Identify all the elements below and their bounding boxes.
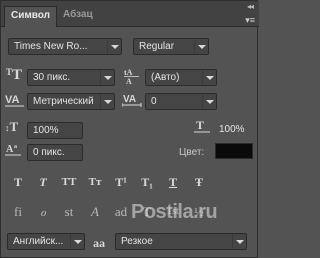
character-panel: Символ Абзац ◂◂ ▾≡ Times New Ro... Regul…: [0, 0, 259, 258]
tab-paragraph[interactable]: Абзац: [57, 6, 99, 27]
baseline-shift-icon: A a: [5, 142, 23, 163]
svg-text:VA: VA: [5, 94, 20, 106]
faux-bold-button[interactable]: T: [7, 173, 29, 191]
watermark: Postila.ru: [131, 201, 218, 223]
underline-button[interactable]: T: [162, 173, 184, 191]
antialias-icon: aa: [93, 236, 105, 250]
kerning-select[interactable]: Метрический: [27, 93, 115, 110]
font-size-select[interactable]: 30 пикс.: [27, 69, 115, 86]
kerning-value: Метрический: [33, 96, 94, 107]
svg-text:a: a: [14, 144, 17, 150]
svg-text:A: A: [6, 144, 14, 155]
faux-italic-button[interactable]: T: [32, 173, 54, 191]
svg-text:VA: VA: [123, 94, 136, 105]
strikethrough-button[interactable]: Ŧ: [188, 173, 210, 191]
stylistic-alternates-button[interactable]: st: [58, 203, 80, 221]
collapse-icon[interactable]: ◂◂: [247, 2, 254, 11]
font-size-value: 30 пикс.: [33, 72, 71, 83]
font-style-select[interactable]: Regular: [133, 38, 209, 55]
font-family-value: Times New Ro...: [14, 41, 88, 52]
chevron-down-icon: [232, 234, 246, 249]
subscript-button[interactable]: T₁: [136, 173, 158, 191]
chevron-down-icon: [202, 70, 216, 85]
language-select[interactable]: Английск...: [7, 233, 85, 250]
small-caps-button[interactable]: Tт: [84, 173, 106, 191]
svg-text:A: A: [126, 77, 132, 85]
all-caps-button[interactable]: TT: [58, 173, 80, 191]
chevron-down-icon: [100, 70, 114, 85]
panel-header: Символ Абзац ◂◂ ▾≡: [1, 1, 259, 27]
horizontal-scale-icon: T: [194, 118, 210, 138]
ligatures-button[interactable]: fi: [7, 203, 29, 221]
horizontal-scale-input[interactable]: 100%: [214, 122, 254, 139]
tab-character[interactable]: Символ: [4, 6, 57, 27]
svg-text:tA: tA: [124, 68, 133, 77]
chevron-down-icon: [100, 94, 114, 109]
tracking-select[interactable]: 0: [145, 93, 217, 110]
antialias-select[interactable]: Резкое: [115, 233, 247, 250]
superscript-button[interactable]: T¹: [110, 173, 132, 191]
tracking-icon: VA: [121, 92, 142, 111]
chevron-down-icon: [202, 94, 216, 109]
kerning-icon: VA: [5, 92, 25, 111]
baseline-shift-input[interactable]: 0 пикс.: [27, 144, 83, 161]
discretionary-ligatures-button[interactable]: ℴ: [32, 203, 54, 221]
panel-menu-icon[interactable]: ▾≡: [245, 15, 255, 26]
leading-select[interactable]: (Авто): [145, 69, 217, 86]
vertical-scale-input[interactable]: 100%: [27, 122, 83, 139]
chevron-down-icon: [107, 39, 121, 54]
font-family-select[interactable]: Times New Ro...: [8, 38, 122, 55]
vertical-scale-icon: ↕T: [5, 119, 19, 134]
panel-footer: Английск... aa Резкое: [1, 227, 259, 258]
leading-icon: tA A: [123, 67, 141, 88]
svg-text:T: T: [196, 118, 204, 132]
chevron-down-icon: [194, 39, 208, 54]
font-size-icon: TT: [6, 67, 23, 83]
chevron-down-icon: [70, 234, 84, 249]
color-label: Цвет:: [179, 147, 205, 158]
leading-value: (Авто): [151, 72, 180, 83]
font-style-value: Regular: [139, 41, 175, 52]
tracking-value: 0: [151, 96, 157, 107]
text-color-swatch[interactable]: [215, 143, 253, 159]
titling-alternates-button[interactable]: ad: [110, 203, 132, 221]
antialias-value: Резкое: [121, 236, 153, 247]
language-value: Английск...: [13, 236, 64, 247]
swash-button[interactable]: A: [84, 203, 106, 221]
